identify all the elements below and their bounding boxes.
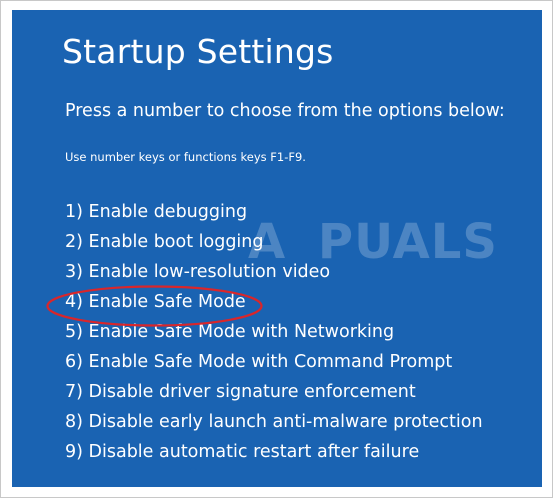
instruction-text: Press a number to choose from the option… (65, 101, 505, 121)
option-enable-boot-logging[interactable]: 2) Enable boot logging (65, 230, 483, 260)
screenshot-frame: Startup Settings Press a number to choos… (0, 0, 553, 498)
option-safe-mode-networking[interactable]: 5) Enable Safe Mode with Networking (65, 320, 483, 350)
option-enable-low-resolution-video[interactable]: 3) Enable low-resolution video (65, 260, 483, 290)
option-disable-early-launch-antimalware[interactable]: 8) Disable early launch anti-malware pro… (65, 410, 483, 440)
option-enable-debugging[interactable]: 1) Enable debugging (65, 200, 483, 230)
hint-text: Use number keys or functions keys F1-F9. (65, 150, 306, 164)
option-disable-driver-signature[interactable]: 7) Disable driver signature enforcement (65, 380, 483, 410)
page-title: Startup Settings (62, 32, 334, 71)
option-enable-safe-mode[interactable]: 4) Enable Safe Mode (65, 290, 483, 320)
options-list: 1) Enable debugging 2) Enable boot loggi… (65, 200, 483, 470)
option-disable-automatic-restart[interactable]: 9) Disable automatic restart after failu… (65, 440, 483, 470)
option-safe-mode-command-prompt[interactable]: 6) Enable Safe Mode with Command Prompt (65, 350, 483, 380)
startup-settings-screen: Startup Settings Press a number to choos… (12, 10, 542, 487)
